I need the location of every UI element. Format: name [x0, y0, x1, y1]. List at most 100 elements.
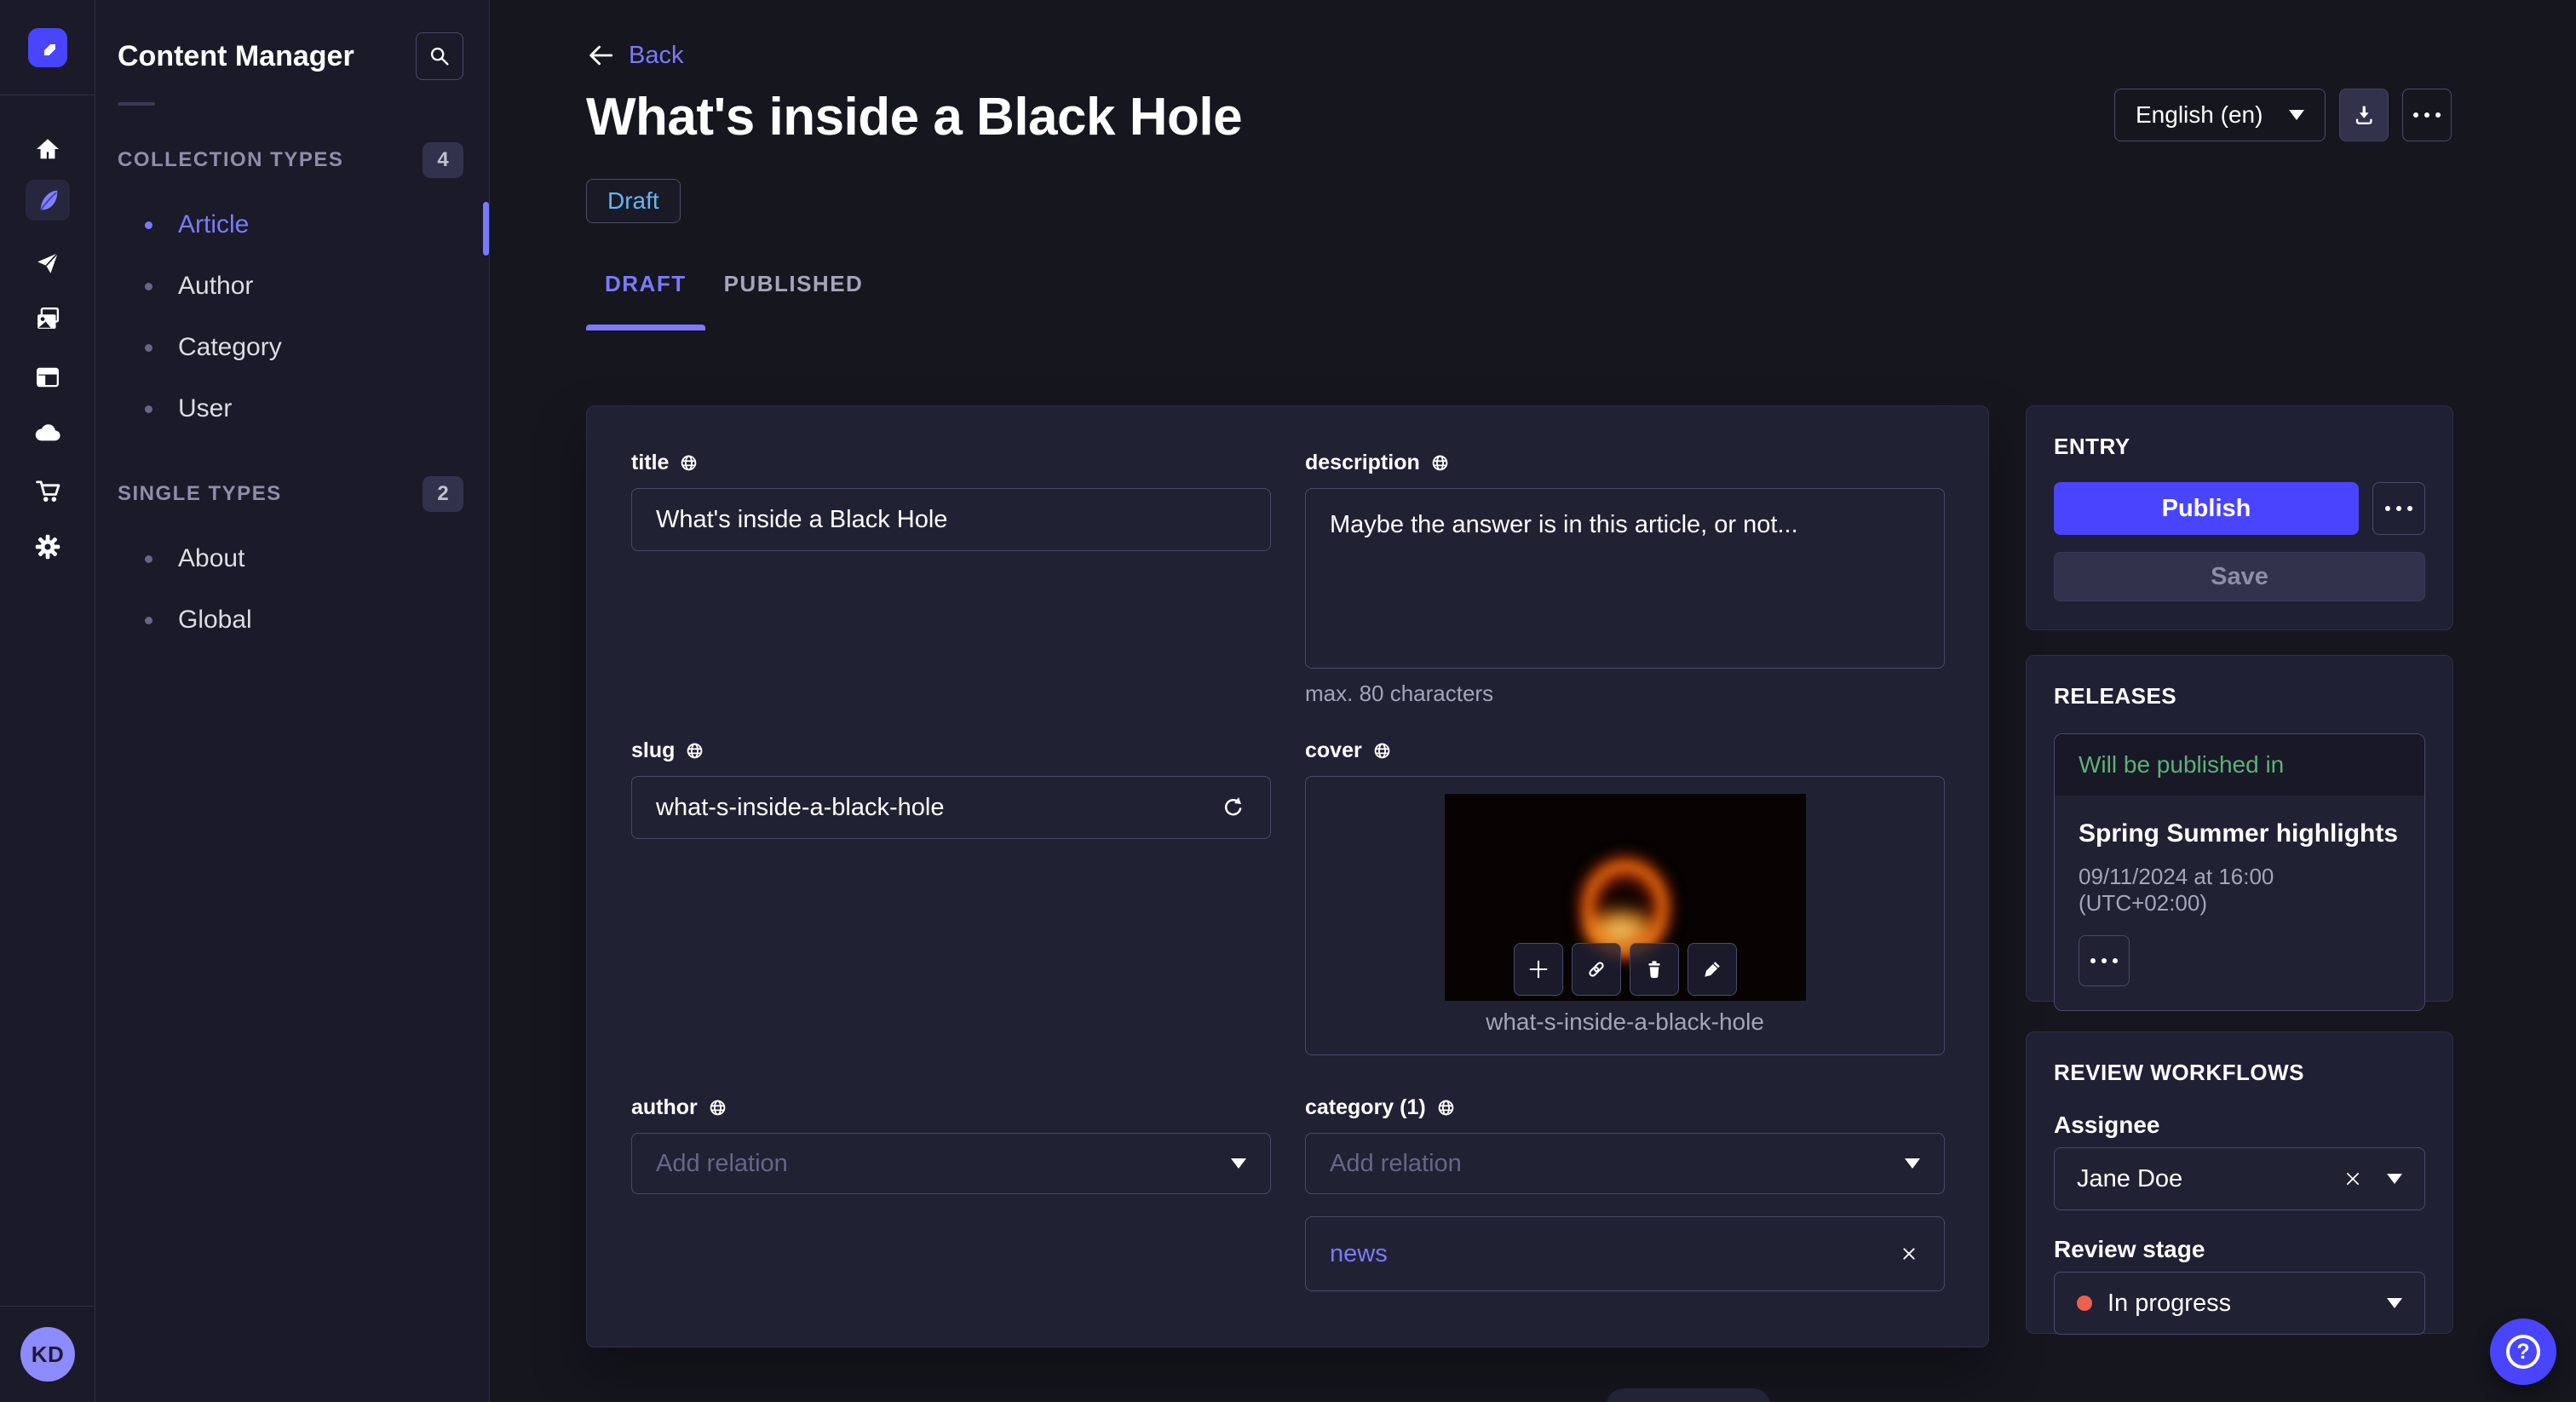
entry-panel-title: ENTRY [2054, 434, 2130, 459]
category-field: category (1) Add relation news [1305, 1094, 1945, 1291]
strapi-logo[interactable] [27, 27, 67, 67]
sidebar-scroll-indicator[interactable] [483, 202, 489, 256]
edit-form-card: title What's inside a Black Hole descrip… [586, 405, 1989, 1347]
content-manager-page: KD Content Manager COLLECTION TYPES 4 Ar… [0, 0, 2576, 1402]
title-value: What's inside a Black Hole [656, 505, 948, 533]
review-stage-select[interactable]: In progress [2054, 1272, 2425, 1335]
sidebar-divider [118, 102, 155, 106]
sidebar-item-label: Article [178, 210, 250, 238]
back-link[interactable]: Back [586, 41, 683, 70]
back-label: Back [629, 41, 684, 69]
category-relation-select[interactable]: Add relation [1305, 1133, 1945, 1194]
sidebar-item-author[interactable]: Author [95, 256, 489, 317]
plus-icon [1529, 960, 1547, 979]
chevron-down-icon [2387, 1174, 2402, 1184]
slug-field-label: slug [631, 738, 676, 762]
tab-published[interactable]: PUBLISHED [705, 271, 883, 330]
refresh-icon [1225, 797, 1242, 816]
sidebar-item-label: Category [178, 333, 282, 361]
bullet-icon [145, 616, 152, 624]
slug-field: slug what-s-inside-a-black-hole [631, 737, 1271, 839]
chevron-down-icon [1905, 1158, 1920, 1169]
tab-draft[interactable]: DRAFT [586, 271, 705, 330]
download-icon [2355, 106, 2372, 125]
bullet-icon [145, 343, 152, 352]
category-relation-item: news [1305, 1216, 1945, 1291]
sidebar-item-label: User [178, 394, 233, 422]
media-library-icon[interactable] [26, 298, 70, 339]
stage-status-dot [2077, 1296, 2092, 1311]
cloud-icon[interactable] [26, 413, 70, 454]
title-input[interactable]: What's inside a Black Hole [631, 488, 1271, 551]
copy-link-button[interactable] [1571, 943, 1621, 996]
header-actions: English (en) [2114, 89, 2452, 141]
single-types-section: SINGLE TYPES 2 About Global [95, 475, 489, 651]
entry-more-button[interactable] [2372, 482, 2425, 535]
sidebar-item-article[interactable]: Article [95, 194, 489, 256]
pencil-icon [1704, 962, 1720, 977]
save-button[interactable]: Save [2054, 552, 2425, 601]
question-mark-icon: ? [2506, 1335, 2540, 1369]
content-type-builder-icon[interactable] [26, 357, 70, 398]
regenerate-slug-button[interactable] [1219, 794, 1246, 821]
edit-media-button[interactable] [1687, 943, 1737, 996]
assignee-label: Assignee [2054, 1112, 2160, 1138]
cover-image-black-hole [1444, 794, 1806, 1001]
title-field: title What's inside a Black Hole [631, 449, 1271, 551]
relation-link-news[interactable]: news [1330, 1240, 1388, 1268]
assignee-select[interactable]: Jane Doe [2054, 1147, 2425, 1210]
bullet-icon [145, 282, 152, 290]
sidebar-item-category[interactable]: Category [95, 317, 489, 378]
sidebar-item-label: About [178, 544, 245, 572]
collection-types-section: COLLECTION TYPES 4 Article Author Catego… [95, 141, 489, 440]
export-button[interactable] [2339, 89, 2389, 141]
description-field: description Maybe the answer is in this … [1305, 449, 1945, 707]
locale-select[interactable]: English (en) [2114, 89, 2326, 141]
locale-globe-icon [1432, 455, 1448, 470]
search-button[interactable] [416, 32, 463, 80]
bullet-icon [145, 554, 152, 563]
chevron-down-icon [2387, 1298, 2402, 1308]
description-hint: max. 80 characters [1305, 681, 1494, 706]
release-card: Will be published in Spring Summer highl… [2054, 733, 2425, 1011]
sidebar-item-global[interactable]: Global [95, 589, 489, 651]
help-button[interactable]: ? [2490, 1319, 2556, 1385]
description-textarea[interactable]: Maybe the answer is in this article, or … [1305, 488, 1945, 669]
content-manager-icon[interactable] [26, 180, 70, 221]
release-name[interactable]: Spring Summer highlights [2079, 819, 2401, 848]
sidebar-item-user[interactable]: User [95, 378, 489, 440]
releases-panel: RELEASES Will be published in Spring Sum… [2026, 655, 2453, 1011]
marketplace-cart-icon[interactable] [26, 470, 70, 511]
search-icon [430, 47, 449, 66]
publish-button[interactable]: Publish [2054, 482, 2359, 535]
collapsed-component-top [1606, 1388, 1771, 1402]
title-field-label: title [631, 450, 670, 474]
trash-icon [1647, 961, 1660, 979]
slug-input[interactable]: what-s-inside-a-black-hole [631, 776, 1271, 839]
collection-types-label: COLLECTION TYPES [118, 148, 344, 171]
cover-filename: what-s-inside-a-black-hole [1486, 1008, 1764, 1035]
sidebar-item-about[interactable]: About [95, 528, 489, 589]
send-icon[interactable] [26, 243, 70, 284]
delete-media-button[interactable] [1629, 943, 1679, 996]
review-panel-title: REVIEW WORKFLOWS [2054, 1060, 2304, 1085]
link-icon [1588, 962, 1604, 977]
bullet-icon [145, 221, 152, 229]
clear-icon[interactable] [2341, 1167, 2365, 1191]
collection-types-count-badge: 4 [423, 142, 463, 178]
cover-field: cover what-s-inside-a-black-hole [1305, 737, 1945, 1055]
locale-value: English (en) [2136, 101, 2263, 128]
review-stage-label: Review stage [2054, 1236, 2205, 1262]
locale-globe-icon [681, 455, 697, 470]
settings-gear-icon[interactable] [26, 526, 70, 567]
user-avatar[interactable]: KD [20, 1327, 75, 1382]
home-icon[interactable] [26, 129, 70, 170]
locale-globe-icon [710, 1100, 726, 1115]
add-media-button[interactable] [1513, 943, 1563, 996]
tab-label: PUBLISHED [723, 271, 864, 296]
release-more-button[interactable] [2079, 935, 2130, 986]
remove-relation-button[interactable] [1898, 1243, 1920, 1265]
single-types-count-badge: 2 [423, 476, 463, 512]
author-relation-select[interactable]: Add relation [631, 1133, 1271, 1194]
more-actions-button[interactable] [2402, 89, 2452, 141]
